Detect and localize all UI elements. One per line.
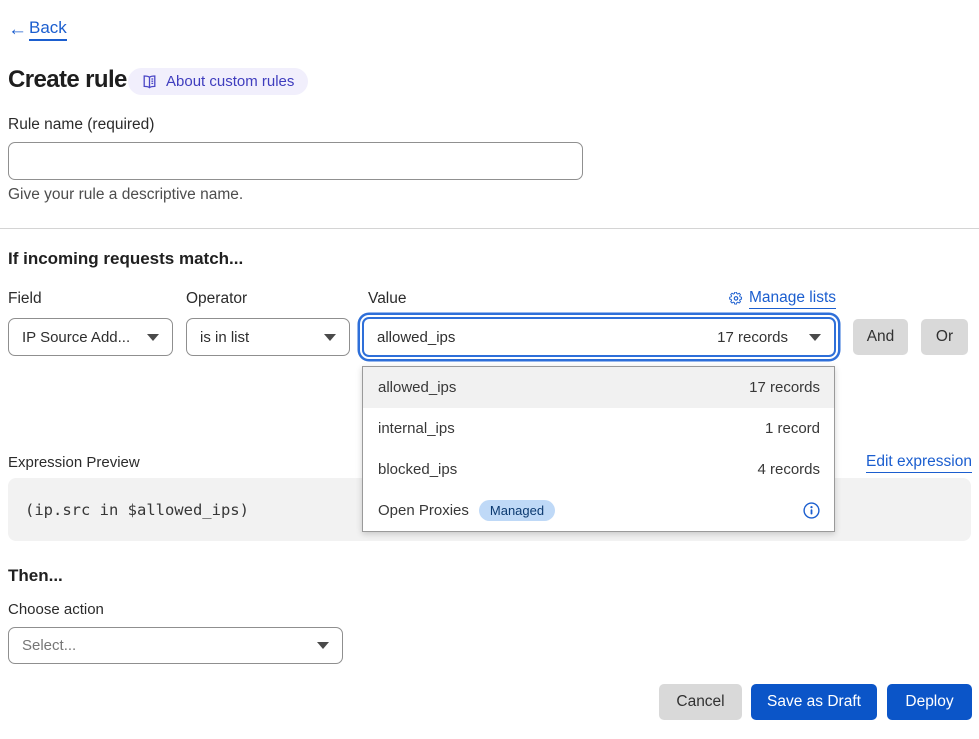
expression-code: (ip.src in $allowed_ips) <box>25 501 249 519</box>
option-meta: 4 records <box>757 461 820 478</box>
dropdown-option-open-proxies[interactable]: Open Proxies Managed <box>363 490 834 531</box>
field-select-value: IP Source Add... <box>22 329 130 346</box>
edit-expression-link[interactable]: Edit expression <box>866 453 972 473</box>
page-title: Create rule <box>8 66 127 94</box>
rule-name-input[interactable] <box>8 142 583 180</box>
value-select-meta: 17 records <box>717 329 788 346</box>
field-select[interactable]: IP Source Add... <box>8 318 173 356</box>
manage-lists-label: Manage lists <box>749 289 836 309</box>
value-label: Value <box>368 290 407 308</box>
value-dropdown-menu: allowed_ips 17 records internal_ips 1 re… <box>362 366 835 532</box>
chevron-down-icon <box>809 334 821 341</box>
rule-name-helper: Give your rule a descriptive name. <box>8 186 243 204</box>
action-select-placeholder: Select... <box>22 637 76 654</box>
operator-select-value: is in list <box>200 329 249 346</box>
info-icon[interactable] <box>803 502 820 519</box>
action-select[interactable]: Select... <box>8 627 343 664</box>
option-meta: 1 record <box>765 420 820 437</box>
value-select[interactable]: allowed_ips 17 records <box>362 317 836 357</box>
operator-label: Operator <box>186 290 247 308</box>
gear-icon <box>729 292 743 306</box>
value-select-value: allowed_ips <box>377 329 455 346</box>
option-name: internal_ips <box>378 420 455 437</box>
option-meta: 17 records <box>749 379 820 396</box>
option-name: Open Proxies <box>378 502 469 519</box>
about-custom-rules-badge[interactable]: About custom rules <box>128 68 308 95</box>
dropdown-option-internal-ips[interactable]: internal_ips 1 record <box>363 408 834 449</box>
section-divider <box>0 228 979 229</box>
or-button[interactable]: Or <box>921 319 968 355</box>
rule-name-label: Rule name (required) <box>8 116 154 134</box>
book-icon <box>141 74 158 90</box>
choose-action-label: Choose action <box>8 601 104 618</box>
chevron-down-icon <box>147 334 159 341</box>
chevron-down-icon <box>324 334 336 341</box>
manage-lists-link[interactable]: Manage lists <box>729 289 836 309</box>
dropdown-option-allowed-ips[interactable]: allowed_ips 17 records <box>363 367 834 408</box>
managed-badge: Managed <box>479 500 555 521</box>
and-button[interactable]: And <box>853 319 908 355</box>
operator-select[interactable]: is in list <box>186 318 350 356</box>
about-badge-label: About custom rules <box>166 73 294 90</box>
deploy-button[interactable]: Deploy <box>887 684 972 720</box>
expression-preview-label: Expression Preview <box>8 454 140 471</box>
cancel-button[interactable]: Cancel <box>659 684 742 720</box>
option-name: blocked_ips <box>378 461 457 478</box>
dropdown-option-blocked-ips[interactable]: blocked_ips 4 records <box>363 449 834 490</box>
chevron-down-icon <box>317 642 329 649</box>
then-section-heading: Then... <box>8 566 63 586</box>
option-name: allowed_ips <box>378 379 456 396</box>
save-as-draft-button[interactable]: Save as Draft <box>751 684 877 720</box>
back-link[interactable]: ←Back <box>8 18 67 41</box>
match-section-heading: If incoming requests match... <box>8 249 243 269</box>
field-label: Field <box>8 290 42 308</box>
back-link-label: Back <box>29 18 67 41</box>
left-arrow-icon: ← <box>8 20 27 39</box>
